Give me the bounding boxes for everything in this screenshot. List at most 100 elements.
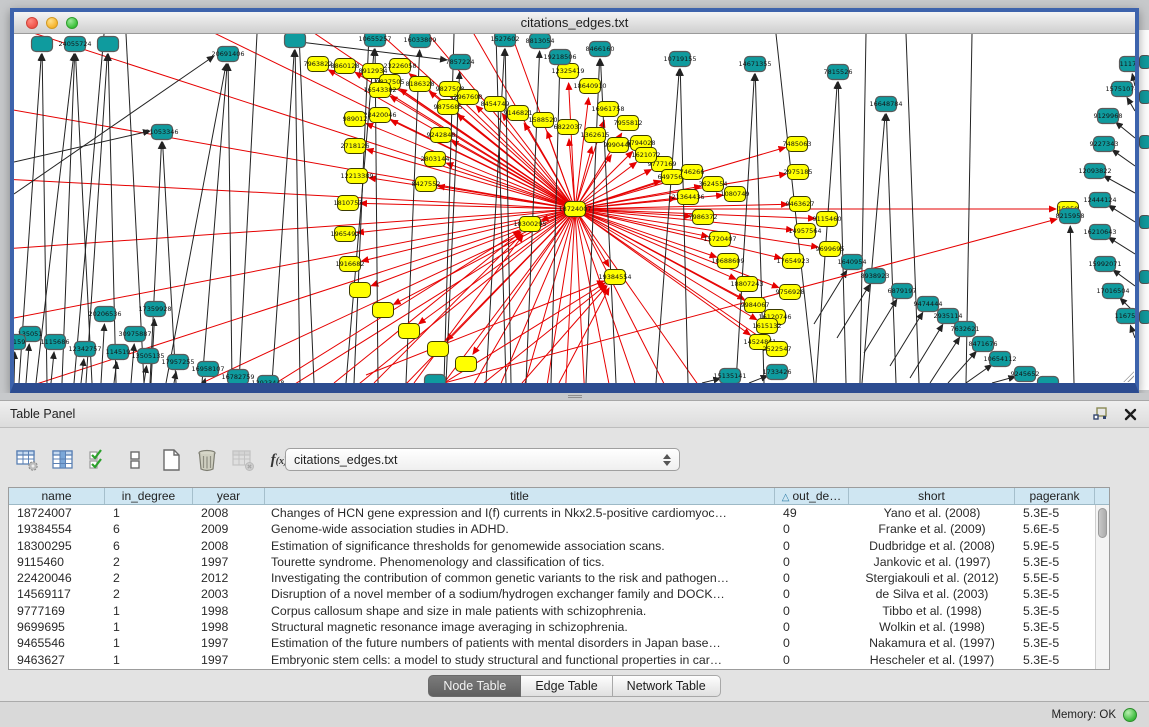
graph-node[interactable]: 9242848 — [427, 128, 456, 143]
graph-node[interactable]: 2718126 — [341, 139, 370, 154]
column-header-short[interactable]: short — [849, 488, 1015, 504]
graph-node[interactable]: 8813054 — [526, 34, 555, 49]
graph-node[interactable]: 989012 — [343, 112, 368, 127]
column-header-in-degree[interactable]: in_degree — [105, 488, 193, 504]
graph-node[interactable]: 1115686 — [41, 335, 70, 350]
graph-node[interactable]: 15135141 — [713, 369, 746, 384]
graph-node[interactable]: 7955812 — [614, 116, 643, 131]
graph-node[interactable]: 15992071 — [1088, 257, 1121, 272]
graph-node[interactable]: 7815526 — [824, 65, 853, 80]
graph-node[interactable] — [350, 283, 371, 298]
scrollbar-thumb[interactable] — [1098, 508, 1107, 538]
table-mode-icon[interactable] — [12, 446, 42, 474]
column-header-year[interactable]: year — [193, 488, 265, 504]
graph-node[interactable]: 2522547 — [763, 342, 792, 357]
graph-node[interactable]: 9115460 — [813, 212, 842, 227]
graph-node[interactable]: 1615132 — [753, 319, 782, 334]
graph-node[interactable]: 17016504 — [1096, 284, 1129, 299]
graph-node[interactable]: 1527602 — [491, 34, 520, 47]
graph-node[interactable] — [373, 303, 394, 318]
graph-node[interactable]: 23226058 — [383, 59, 416, 74]
graph-node[interactable]: 13505135 — [131, 349, 164, 364]
graph-node[interactable]: 1810753 — [334, 196, 363, 211]
graph-node[interactable]: 9474444 — [914, 297, 943, 312]
graph-node[interactable]: 8186328 — [406, 77, 435, 92]
graph-node[interactable]: 11173 — [1120, 57, 1136, 72]
graph-node[interactable]: 20206536 — [88, 307, 121, 322]
show-columns-icon[interactable] — [48, 446, 78, 474]
column-header-title[interactable]: title — [265, 488, 775, 504]
graph-node[interactable]: 9245652 — [1011, 367, 1040, 382]
graph-node[interactable]: 8938923 — [861, 269, 890, 284]
graph-node[interactable]: 14671355 — [738, 57, 771, 72]
graph-node[interactable]: 17359928 — [138, 302, 171, 317]
graph-node[interactable]: 9227343 — [1090, 137, 1119, 152]
graph-node[interactable]: 6879197 — [888, 284, 917, 299]
tab-edge-table[interactable]: Edge Table — [521, 675, 612, 697]
graph-node[interactable]: 16961758 — [591, 102, 624, 117]
table-row[interactable]: 1938455462009Genome-wide association stu… — [9, 521, 1109, 537]
table-row[interactable]: 1830029562008Estimation of significance … — [9, 538, 1109, 554]
resize-grip-icon[interactable] — [1121, 369, 1134, 382]
graph-node[interactable]: 8471676 — [969, 337, 998, 352]
graph-node[interactable]: 9984067 — [741, 298, 770, 313]
table-row[interactable]: 1872400712008Changes of HCN gene express… — [9, 505, 1109, 521]
graph-node[interactable]: 20691406 — [211, 47, 244, 62]
table-row[interactable]: 2242004622012Investigating the contribut… — [9, 570, 1109, 586]
graph-node[interactable]: 16210643 — [1083, 225, 1116, 240]
graph-node[interactable] — [98, 37, 119, 52]
column-header-name[interactable]: name — [9, 488, 105, 504]
create-column-icon[interactable] — [156, 446, 186, 474]
graph-node[interactable]: 1080749 — [721, 187, 750, 202]
memory-status-dot[interactable] — [1123, 708, 1137, 722]
select-rows-check-icon[interactable] — [84, 446, 114, 474]
graph-node[interactable]: 2975185 — [784, 165, 813, 180]
graph-node[interactable]: 1916682 — [336, 257, 365, 272]
graph-node[interactable]: 10688609 — [711, 254, 744, 269]
graph-node[interactable]: 1965492 — [331, 227, 360, 242]
graph-node[interactable]: 18300295 — [513, 217, 546, 232]
graph-node[interactable]: 17957255 — [161, 355, 194, 370]
table-row[interactable]: 977716911998Corpus callosum shape and si… — [9, 603, 1109, 619]
graph-node[interactable]: 10654112 — [983, 352, 1016, 367]
graph-node[interactable] — [456, 357, 477, 372]
graph-node[interactable]: 12213389 — [340, 169, 373, 184]
graph-node[interactable]: 7485063 — [783, 137, 812, 152]
graph-node[interactable]: 9875685 — [434, 100, 463, 115]
graph-node[interactable]: 9463627 — [786, 197, 815, 212]
graph-node[interactable]: 12444124 — [1083, 193, 1116, 208]
graph-node[interactable]: 16033809 — [403, 34, 436, 48]
row-height-icon[interactable] — [120, 446, 150, 474]
close-panel-icon[interactable] — [1121, 406, 1139, 422]
graph-node[interactable]: 19218506 — [543, 50, 576, 65]
graph-node[interactable]: 7632621 — [951, 322, 980, 337]
graph-node[interactable]: 39159 — [14, 335, 26, 350]
graph-node[interactable]: 12325419 — [551, 64, 584, 79]
graph-node[interactable] — [32, 37, 53, 52]
panel-splitter[interactable] — [0, 393, 1149, 400]
tab-network-table[interactable]: Network Table — [613, 675, 721, 697]
graph-node[interactable]: 12093822 — [1078, 164, 1111, 179]
table-row[interactable]: 946362711997Embryonic stem cells: a mode… — [9, 652, 1109, 668]
graph-node[interactable]: 116753 — [1115, 309, 1135, 324]
graph-node[interactable]: 15751074 — [1105, 82, 1135, 97]
graph-node[interactable] — [399, 324, 420, 339]
graph-node[interactable] — [428, 342, 449, 357]
graph-node[interactable]: 8466160 — [586, 42, 615, 57]
graph-node[interactable]: 17654923 — [776, 254, 809, 269]
graph-node[interactable]: 6822037 — [554, 120, 583, 135]
table-selector-dropdown[interactable]: citations_edges.txt — [285, 448, 680, 471]
graph-node[interactable]: 2803144 — [421, 152, 450, 167]
graph-node[interactable] — [1038, 377, 1059, 384]
tab-node-table[interactable]: Node Table — [428, 675, 521, 697]
graph-node[interactable]: 9129968 — [1094, 109, 1123, 124]
graph-node[interactable]: 12923448 — [251, 376, 284, 384]
graph-node[interactable]: 8860128 — [331, 59, 360, 74]
graph-node[interactable]: 1733426 — [763, 365, 792, 380]
table-row[interactable]: 1456911722003Disruption of a novel membe… — [9, 586, 1109, 602]
graph-node[interactable]: 746266 — [680, 165, 705, 180]
graph-node[interactable]: 1621072 — [632, 148, 661, 163]
graph-node[interactable]: 7857224 — [446, 55, 475, 70]
graph-node[interactable]: 24055724 — [58, 37, 91, 52]
graph-node[interactable]: 8215958 — [1056, 209, 1085, 224]
